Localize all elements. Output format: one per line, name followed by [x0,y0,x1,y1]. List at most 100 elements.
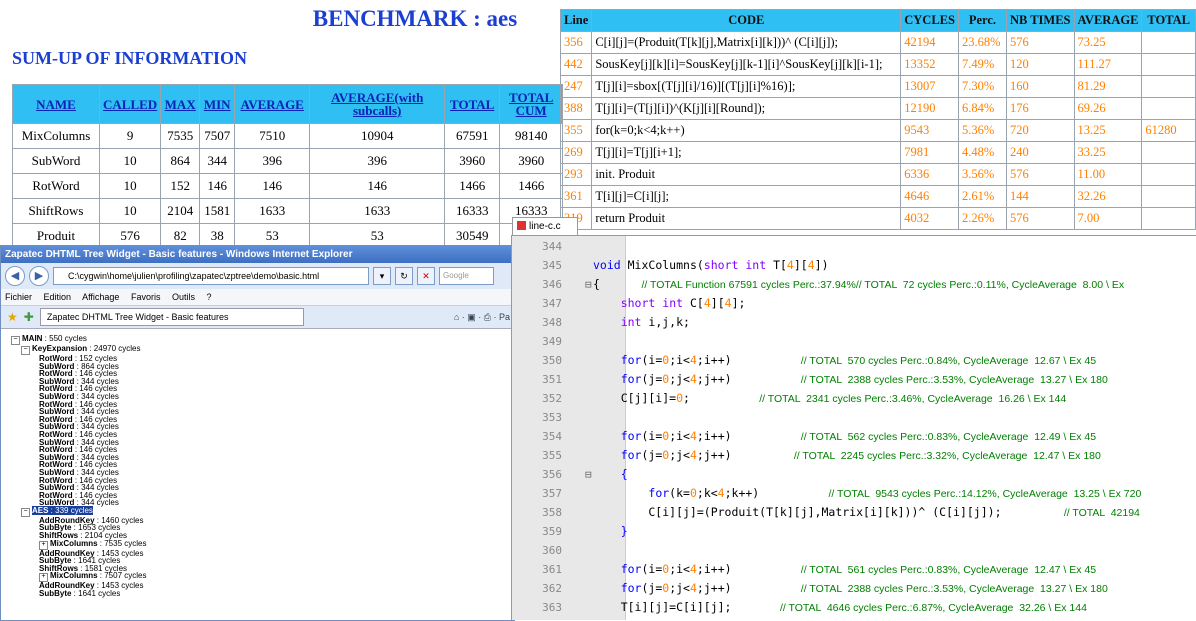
code-line: 352 C[j][i]=0; // TOTAL 2341 cycles Perc… [512,389,1196,408]
line-number: 361 [542,563,562,576]
summary-header-1[interactable]: CALLED [98,84,162,124]
summary-row: SubWord 10 864 344 396 396 3960 3960 [12,148,564,174]
summary-header-3[interactable]: MIN [199,84,236,124]
summary-cell: ShiftRows [12,198,100,224]
summary-cell: 1581 [199,198,236,224]
code-cell: 7.00 [1073,207,1143,230]
summary-header-0[interactable]: NAME [12,84,100,124]
summary-cell: 7507 [199,123,236,149]
ie-tab[interactable]: Zapatec DHTML Tree Widget - Basic featur… [39,308,304,326]
menu-help[interactable]: ? [207,292,212,302]
menu-affichage[interactable]: Affichage [82,292,119,302]
code-cell [1141,163,1196,186]
add-favorites-icon[interactable]: ✚ [24,310,34,324]
tree-node-value: : 550 cycles [42,334,87,343]
code-line: 353 [512,408,1196,427]
code-line: 354 for(i=0;i<4;i++) // TOTAL 562 cycles… [512,427,1196,446]
code-cell: 361 [559,185,593,208]
code-line: 347 short int C[4][4]; [512,294,1196,313]
summary-row: MixColumns 9 7535 7507 7510 10904 67591 98140 [12,123,564,149]
code-cell: 293 [559,163,593,186]
ie-tab-label: Zapatec DHTML Tree Widget - Basic featur… [46,312,229,322]
code-cell: T[j][i]=T[j][i+1]; [591,141,902,164]
page-menu-label[interactable]: Pa [499,312,510,322]
code-line: 348 int i,j,k; [512,313,1196,332]
tree-node[interactable]: SubByte : 1641 cycles [11,590,514,598]
summary-header-6[interactable]: TOTAL [444,84,501,124]
collapse-icon[interactable]: − [11,336,20,345]
stop-icon[interactable]: ✕ [417,267,435,285]
code-cell [1141,207,1196,230]
line-number: 354 [542,430,562,443]
code-cell: 388 [559,97,593,120]
summary-cell: 98140 [499,123,564,149]
summary-header-5[interactable]: AVERAGE(with subcalls) [309,84,446,124]
summary-cell: 396 [234,148,311,174]
dropdown-icon[interactable]: ▾ [373,267,391,285]
line-number: 357 [542,487,562,500]
summary-cell: 67591 [444,123,501,149]
summary-header-7[interactable]: TOTAL CUM [499,84,564,124]
address-bar[interactable]: C:\cygwin\home\julien\profiling\zapatec\… [53,267,369,285]
code-text: for(i=0;i<4;i++) // TOTAL 570 cycles Per… [620,353,1097,367]
summary-cell: 1633 [234,198,311,224]
code-row: 356 C[i][j]=(Produit(T[k][j],Matrix[i][k]… [559,31,1196,54]
collapse-icon[interactable]: − [21,507,30,517]
code-header-5: AVERAGE [1073,9,1143,32]
summary-cell: 146 [199,173,236,199]
code-cell: 269 [559,141,593,164]
code-editor[interactable]: 344 345 void MixColumns(short int T[4][4])… [511,235,1196,620]
code-text: { [620,467,628,481]
summary-cell: 7535 [160,123,201,149]
tree-node-name: MixColumns [50,538,98,548]
ie-menubar: Fichier Edition Affichage Favoris Outils… [1,289,514,306]
code-cell: 42194 [900,31,959,54]
code-cell [1141,75,1196,98]
summary-cell: 10 [98,148,162,174]
code-row: 247 T[j][i]=sbox[(T[j][i]/16)][(T[j][i]%1… [559,75,1196,98]
code-line: 349 [512,332,1196,351]
code-line: 359 } [512,522,1196,541]
favorites-star-icon[interactable]: ★ [7,310,18,324]
feeds-icon[interactable]: ▣ [467,312,476,322]
code-row: 442 SousKey[j][k][i]=SousKey[j][k-1][i]^S… [559,53,1196,76]
code-line: 350 for(i=0;i<4;i++) // TOTAL 570 cycles… [512,351,1196,370]
code-row: 355 for(k=0;k<4;k++) 9543 5.36% 720 13.25 6128… [559,119,1196,142]
summary-header-2[interactable]: MAX [160,84,201,124]
code-cell: 160 [1005,75,1075,98]
line-number: 346 [542,278,562,291]
code-cell: 33.25 [1073,141,1143,164]
line-number: 362 [542,582,562,595]
line-number: 347 [542,297,562,310]
search-input[interactable]: Google [439,267,494,285]
line-number: 363 [542,601,562,614]
code-cell: for(k=0;k<4;k++) [591,119,902,142]
menu-favoris[interactable]: Favoris [131,292,161,302]
menu-fichier[interactable]: Fichier [5,292,32,302]
back-icon[interactable]: ◀ [5,266,25,286]
code-line: 357 for(k=0;k<4;k++) // TOTAL 9543 cycle… [512,484,1196,503]
tree-widget: − MAIN : 550 cycles − KeyExpansion : 24970 … [1,329,514,620]
line-number: 355 [542,449,562,462]
forward-icon[interactable]: ▶ [29,266,49,286]
file-icon [517,221,526,230]
code-cell: 356 [559,31,593,54]
line-number: 349 [542,335,562,348]
code-cell: 5.36% [957,119,1007,142]
refresh-icon[interactable]: ↻ [395,267,413,285]
summary-cell: 10 [98,198,162,224]
editor-tab[interactable]: line-c.c [512,217,578,235]
code-line: 360 [512,541,1196,560]
home-icon[interactable]: ⌂ [454,312,459,322]
menu-outils[interactable]: Outils [172,292,195,302]
code-cell: 81.29 [1073,75,1143,98]
collapse-icon[interactable]: − [21,346,30,355]
code-cell [1141,31,1196,54]
code-cell [1141,97,1196,120]
menu-edition[interactable]: Edition [44,292,72,302]
summary-header-4[interactable]: AVERAGE [234,84,311,124]
print-icon[interactable]: ⎙ [484,312,491,322]
summary-cell: 146 [309,173,446,199]
code-line: 351 for(j=0;j<4;j++) // TOTAL 2388 cycle… [512,370,1196,389]
line-number: 358 [542,506,562,519]
